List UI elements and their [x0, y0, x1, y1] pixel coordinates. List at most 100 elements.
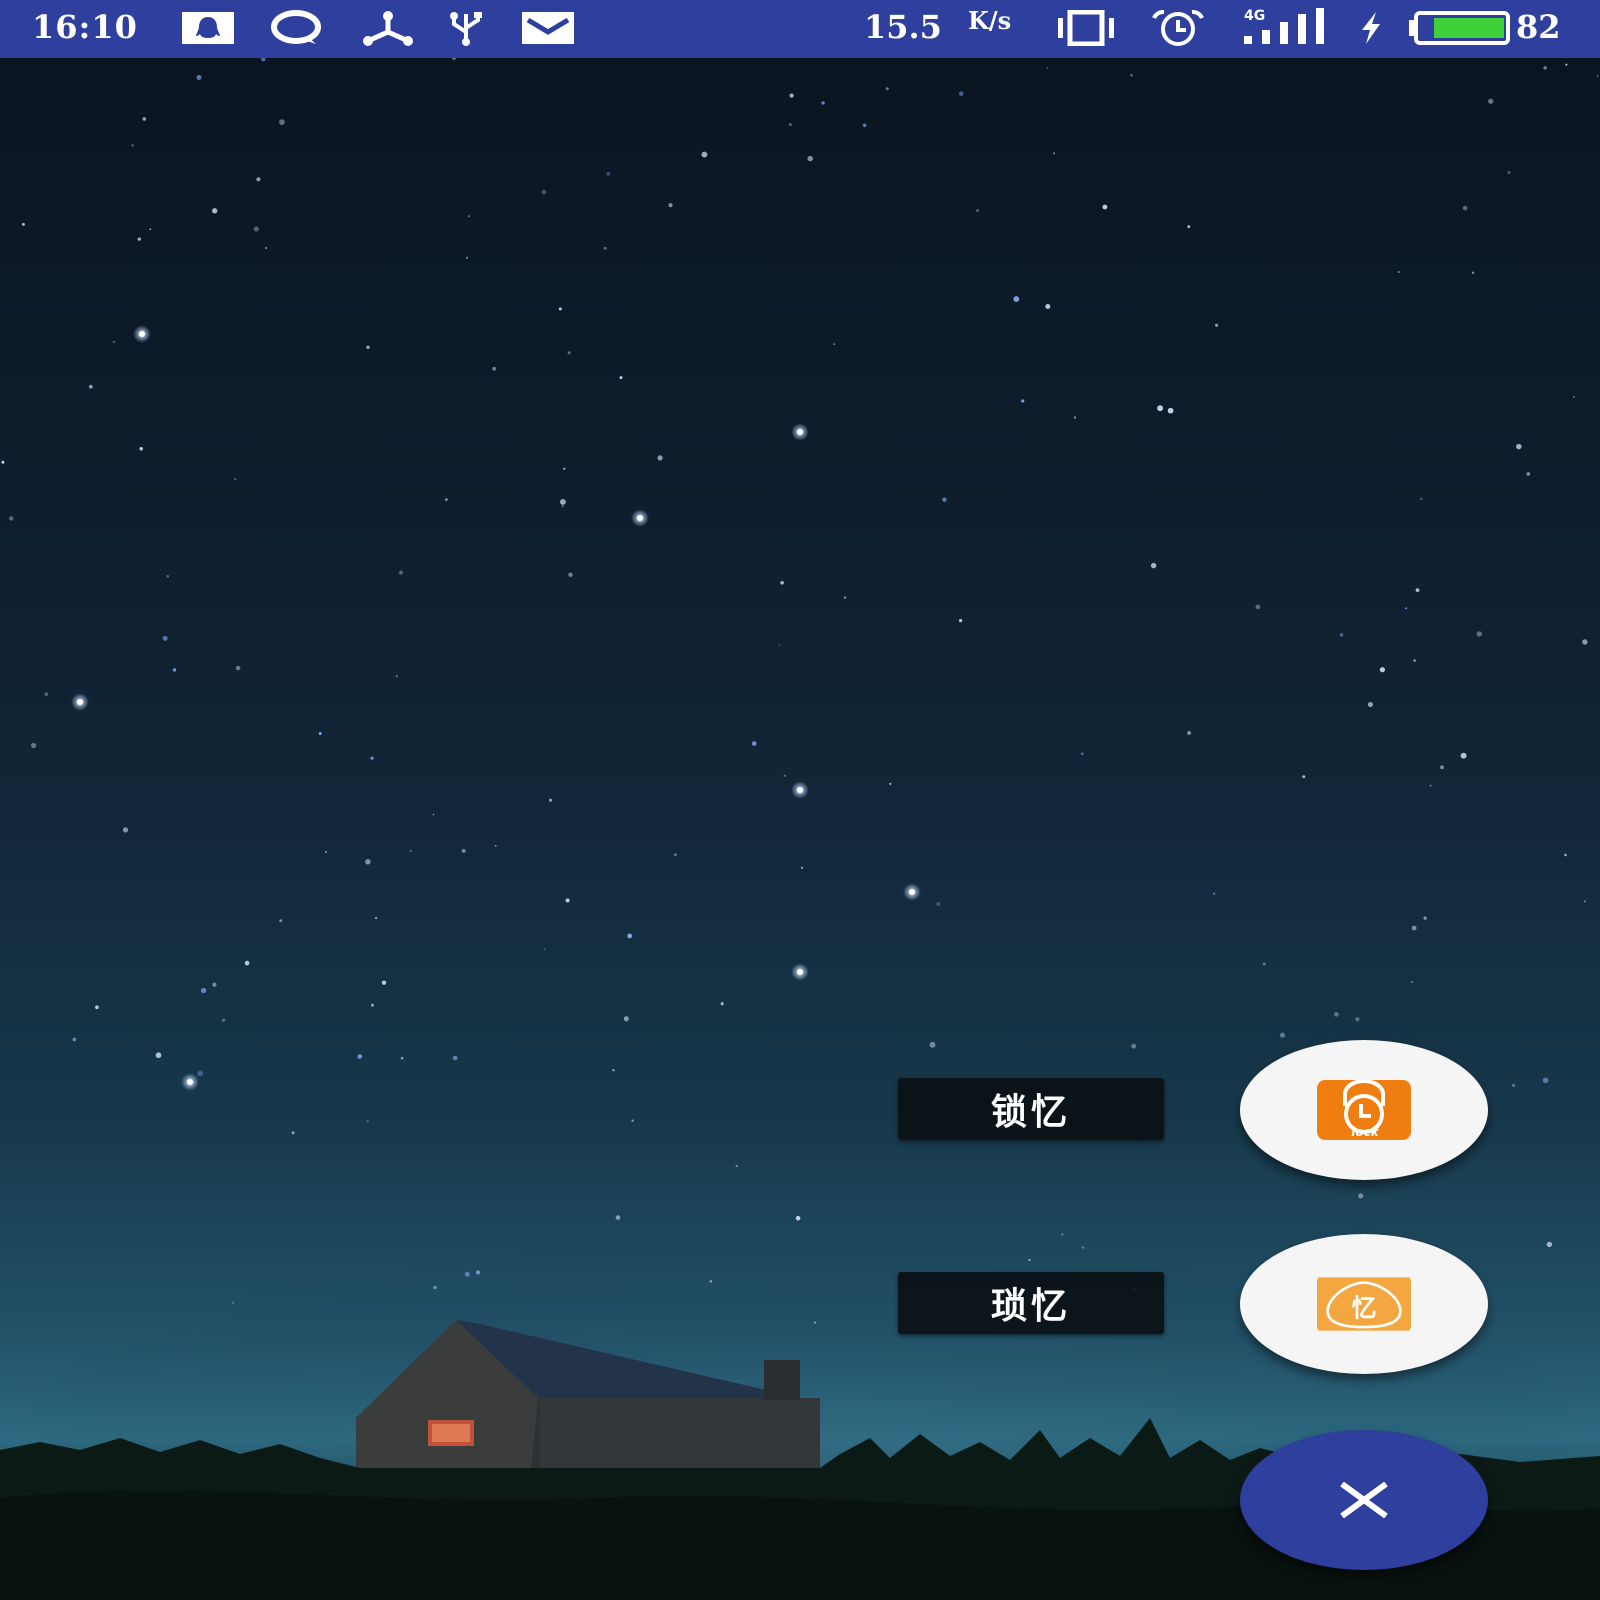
fab-item-yi-label[interactable]: 琐忆 — [898, 1272, 1164, 1334]
star — [30, 742, 37, 749]
star — [623, 1016, 629, 1022]
fab-item-lock-button[interactable]: lock — [1240, 1040, 1488, 1180]
star — [465, 256, 469, 259]
star — [1583, 900, 1586, 903]
star — [88, 384, 93, 389]
star — [1262, 962, 1266, 966]
star — [800, 866, 804, 869]
star — [291, 1131, 295, 1135]
star — [709, 1280, 713, 1283]
star — [172, 668, 177, 672]
star — [1516, 443, 1522, 450]
star — [433, 1285, 437, 1290]
star — [561, 505, 564, 508]
star — [324, 850, 327, 853]
fab-item-yi-button[interactable]: 忆 — [1240, 1234, 1488, 1374]
star — [1423, 916, 1427, 920]
star — [464, 1271, 470, 1277]
star — [1358, 1193, 1364, 1199]
star — [400, 1056, 404, 1060]
star — [1302, 775, 1306, 779]
star — [1061, 1233, 1064, 1236]
star — [1255, 604, 1261, 610]
star — [232, 1301, 235, 1304]
star — [197, 1070, 203, 1077]
star — [1021, 399, 1025, 403]
star — [1046, 67, 1048, 69]
star — [222, 1018, 226, 1022]
star — [370, 756, 374, 760]
star — [627, 933, 633, 939]
star — [548, 798, 553, 802]
star — [674, 853, 677, 857]
bright-star-core — [77, 699, 83, 705]
star — [162, 635, 168, 641]
battery-icon — [1409, 11, 1510, 45]
star — [1398, 271, 1400, 273]
star — [409, 849, 412, 853]
star — [212, 208, 218, 214]
star — [1415, 588, 1420, 592]
star — [235, 665, 241, 671]
vibrate-icon — [1058, 10, 1114, 46]
star — [1429, 784, 1432, 787]
star — [603, 246, 607, 250]
bright-star-core — [637, 515, 643, 521]
star — [467, 215, 470, 218]
star — [1187, 730, 1192, 735]
fab-item-lock-label[interactable]: 锁忆 — [898, 1078, 1164, 1140]
star — [1080, 752, 1084, 756]
star — [264, 246, 268, 250]
star — [567, 351, 571, 355]
star — [1476, 631, 1483, 637]
star — [452, 58, 456, 60]
star — [1187, 225, 1191, 229]
screen: 16:10 15.5 K/s 4G 82 锁忆 lock 琐忆 忆 — [0, 0, 1600, 1600]
star — [606, 171, 611, 176]
star — [563, 467, 566, 470]
star — [1546, 1241, 1553, 1248]
charging-icon — [1362, 12, 1380, 44]
star — [885, 87, 889, 91]
fab-close-button[interactable] — [1240, 1430, 1488, 1570]
star — [256, 177, 261, 182]
star — [833, 343, 836, 346]
chat-bubble-icon — [271, 10, 321, 44]
network-speed-unit: K/s — [968, 6, 1012, 35]
star — [72, 1037, 77, 1042]
star — [253, 226, 259, 232]
star — [936, 902, 941, 906]
star — [780, 580, 784, 585]
usb-icon — [450, 12, 482, 46]
star — [475, 1270, 481, 1275]
star — [568, 572, 573, 578]
star — [1045, 303, 1051, 310]
yi-app-icon: 忆 — [1317, 1277, 1411, 1331]
star — [1526, 472, 1531, 476]
star — [357, 1054, 363, 1059]
star — [1410, 981, 1413, 983]
star — [492, 366, 497, 371]
close-icon — [1340, 1482, 1388, 1518]
star — [279, 919, 283, 923]
star — [1419, 497, 1423, 501]
star — [929, 1041, 936, 1048]
star — [21, 222, 25, 226]
star — [1073, 416, 1077, 419]
star — [142, 117, 147, 121]
star — [657, 455, 663, 461]
network-speed: 15.5 — [864, 8, 942, 46]
star — [371, 1003, 374, 1007]
star — [543, 948, 546, 951]
star — [149, 228, 152, 231]
star — [1130, 73, 1133, 77]
bright-star-core — [909, 889, 915, 895]
star — [668, 203, 673, 208]
star — [958, 618, 963, 623]
star — [565, 898, 570, 903]
star — [1564, 853, 1567, 857]
yi-app-icon-text: 忆 — [1352, 1293, 1377, 1322]
bright-star-core — [187, 1079, 193, 1085]
star — [261, 58, 266, 62]
star — [843, 596, 847, 599]
